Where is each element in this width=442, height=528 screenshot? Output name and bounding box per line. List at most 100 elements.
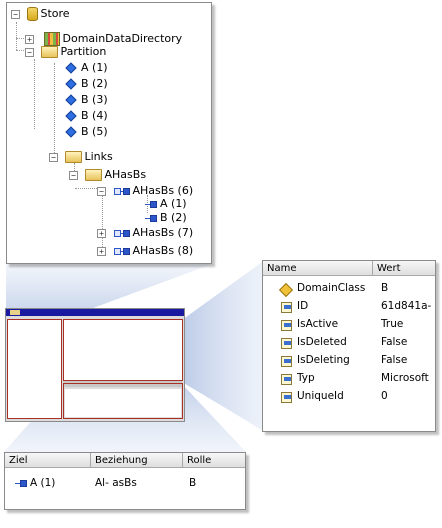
column-header-value[interactable]: Wert: [373, 261, 435, 276]
tree-node-label: Links: [84, 150, 113, 163]
element-icon: [65, 94, 77, 106]
tree-node-links[interactable]: − Links: [49, 149, 113, 164]
list-item-target[interactable]: A (1): [15, 476, 55, 491]
property-row-typ[interactable]: Typ: [281, 370, 315, 387]
property-name: IsActive: [297, 318, 339, 330]
property-value[interactable]: 61d841a-: [381, 298, 431, 315]
property-value[interactable]: False: [381, 352, 407, 369]
store-tree-view[interactable]: − Store + DomainDataDirectory − Partitio…: [6, 2, 212, 264]
tree-node-element[interactable]: B (2): [64, 76, 108, 91]
window-schematic: [5, 308, 185, 422]
property-icon: [281, 337, 292, 349]
tree-node-label: B (5): [81, 125, 108, 138]
column-header-relation[interactable]: Beziehung: [91, 453, 183, 468]
property-value[interactable]: B: [381, 280, 388, 297]
property-name: UniqueId: [297, 390, 344, 402]
expand-icon[interactable]: +: [25, 34, 34, 44]
tree-connector: [75, 188, 97, 189]
tree-node-link-7[interactable]: + AHasBs (7): [97, 225, 193, 240]
tree-node-label: B (2): [160, 211, 187, 224]
collapse-icon[interactable]: −: [97, 186, 106, 196]
property-name: Typ: [297, 372, 315, 384]
property-icon: [281, 301, 292, 313]
property-name: DomainClass: [297, 282, 366, 294]
tree-connector: [54, 63, 55, 155]
tree-node-label: AHasBs (7): [132, 226, 194, 239]
collapse-icon[interactable]: −: [49, 152, 58, 162]
tree-node-role[interactable]: A (1): [145, 196, 187, 211]
property-row-isdeleted[interactable]: IsDeleted: [281, 334, 347, 351]
window-icon: [10, 310, 20, 315]
property-row-uniqueid[interactable]: UniqueId: [281, 388, 344, 405]
property-name: IsDeleted: [297, 336, 347, 348]
property-icon: [281, 355, 292, 367]
expand-icon[interactable]: +: [97, 246, 106, 256]
role-link-icon: [15, 479, 27, 487]
properties-grid[interactable]: Name Wert DomainClass B ID 61d841a- IsAc…: [262, 260, 436, 432]
tree-node-label: B (4): [81, 109, 108, 122]
tree-node-ahasbs-folder[interactable]: − AHasBs: [69, 167, 146, 182]
tree-node-element[interactable]: A (1): [64, 60, 108, 75]
property-row-isdeleting[interactable]: IsDeleting: [281, 352, 350, 369]
folder-open-icon: [40, 46, 58, 58]
tree-node-label: Store: [40, 7, 70, 20]
property-name: ID: [297, 300, 309, 312]
collapse-icon[interactable]: −: [25, 47, 34, 57]
column-header-role[interactable]: Rolle: [183, 453, 245, 468]
link-icon: [113, 187, 130, 195]
column-header-target[interactable]: Ziel: [5, 453, 91, 468]
property-icon: [281, 373, 292, 385]
property-icon: [281, 391, 292, 403]
folder-open-icon: [84, 169, 102, 181]
property-row-isactive[interactable]: IsActive: [281, 316, 338, 333]
property-row-id[interactable]: ID: [281, 298, 308, 315]
pane-body-schematic: [65, 389, 181, 417]
role-link-icon: [145, 214, 157, 222]
element-icon: [65, 110, 77, 122]
tree-node-label: AHasBs (8): [132, 244, 194, 257]
role-link-icon: [145, 200, 157, 208]
property-value[interactable]: True: [381, 316, 403, 333]
window-title-bar: [6, 309, 184, 316]
cell-role: B: [189, 477, 197, 489]
element-icon: [65, 78, 77, 90]
tree-node-label: B (2): [81, 77, 108, 90]
link-icon: [113, 247, 130, 255]
tree-node-label: A (1): [81, 61, 108, 74]
property-icon: [281, 319, 292, 331]
tree-node-element[interactable]: B (5): [64, 124, 108, 139]
key-icon: [281, 283, 292, 294]
tree-connector: [16, 38, 24, 39]
property-value[interactable]: Microsoft: [381, 370, 429, 387]
tree-node-label: Partition: [60, 45, 107, 58]
roles-list-view[interactable]: Ziel Beziehung Rolle A (1) Al- asBs B: [4, 452, 246, 510]
tree-node-label: A (1): [160, 197, 187, 210]
link-icon: [113, 229, 130, 237]
tree-node-role[interactable]: B (2): [145, 210, 187, 225]
collapse-icon[interactable]: −: [11, 9, 20, 19]
pane-body-schematic: [65, 326, 181, 379]
tree-node-partition[interactable]: − Partition: [25, 44, 106, 59]
tree-connector: [16, 50, 24, 51]
database-icon: [26, 7, 38, 21]
expand-icon[interactable]: +: [97, 228, 106, 238]
cell-target: A (1): [30, 477, 56, 489]
tree-node-store[interactable]: − Store: [11, 6, 70, 21]
column-header-name[interactable]: Name: [263, 261, 373, 276]
tree-node-element[interactable]: B (4): [64, 108, 108, 123]
property-row-domainclass[interactable]: DomainClass: [281, 280, 365, 297]
property-value[interactable]: False: [381, 334, 407, 351]
highlight-tree-pane: [7, 319, 62, 419]
folder-open-icon: [64, 151, 82, 163]
tree-node-link-8[interactable]: + AHasBs (8): [97, 243, 193, 258]
element-icon: [65, 62, 77, 74]
tree-node-element[interactable]: B (3): [64, 92, 108, 107]
tree-node-label: AHasBs: [104, 168, 147, 181]
cell-relation: Al- asBs: [95, 477, 137, 489]
property-name: IsDeleting: [297, 354, 350, 366]
element-icon: [65, 126, 77, 138]
tree-connector: [16, 22, 17, 50]
tree-node-label: B (3): [81, 93, 108, 106]
property-value[interactable]: 0: [381, 388, 388, 405]
collapse-icon[interactable]: −: [69, 170, 78, 180]
